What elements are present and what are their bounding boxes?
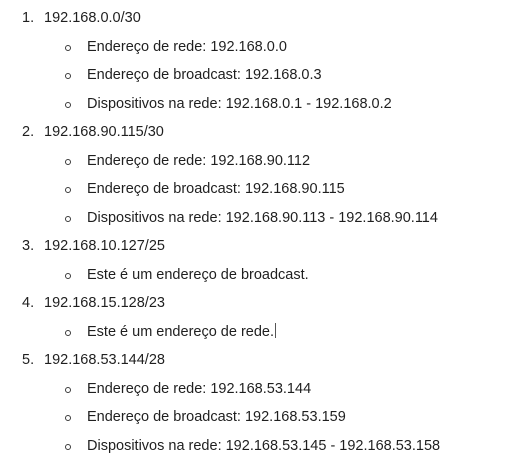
text-cursor [275, 322, 277, 338]
network-address: 192.168.90.115/30 [44, 124, 164, 140]
detail-text: Endereço de rede: 192.168.0.0 [87, 38, 287, 55]
subnet-list: 1. 192.168.0.0/30 Endereço de rede: 192.… [0, 4, 506, 460]
hollow-circle-bullet-icon [65, 443, 71, 450]
hollow-circle-bullet-icon [65, 415, 71, 421]
detail-text: Este é um endereço de broadcast. [87, 266, 309, 283]
list-item: 1. 192.168.0.0/30 Endereço de rede: 192.… [0, 4, 506, 118]
network-address: 192.168.10.127/25 [44, 238, 165, 254]
hollow-circle-bullet-icon [65, 101, 71, 108]
entry-heading: 2. 192.168.90.115/30 [0, 118, 506, 147]
detail-item: Este é um endereço de rede. [0, 318, 506, 347]
detail-item: Endereço de rede: 192.168.90.112 [0, 147, 506, 176]
detail-list: Endereço de rede: 192.168.90.112 Endereç… [0, 147, 506, 233]
network-address: 192.168.0.0/30 [44, 10, 141, 26]
detail-text: Endereço de broadcast: 192.168.53.159 [87, 409, 346, 425]
hollow-circle-bullet-icon [65, 215, 71, 222]
list-number: 4. [22, 295, 35, 311]
detail-list: Endereço de rede: 192.168.0.0 Endereço d… [0, 33, 506, 119]
hollow-circle-bullet-icon [65, 272, 71, 279]
hollow-circle-bullet-icon [65, 187, 71, 193]
detail-item: Endereço de rede: 192.168.0.0 [0, 33, 506, 62]
hollow-circle-bullet-icon [65, 386, 71, 393]
detail-text: Dispositivos na rede: 192.168.90.113 - 1… [87, 209, 438, 226]
entry-heading: 1. 192.168.0.0/30 [0, 4, 506, 33]
detail-list: Endereço de rede: 192.168.53.144 Endereç… [0, 375, 506, 461]
detail-item: Endereço de broadcast: 192.168.53.159 [0, 403, 506, 432]
network-address: 192.168.53.144/28 [44, 352, 165, 368]
detail-text-with-caret[interactable]: Este é um endereço de rede. [87, 318, 277, 347]
detail-item: Dispositivos na rede: 192.168.53.145 - 1… [0, 432, 506, 461]
detail-text: Dispositivos na rede: 192.168.0.1 - 192.… [87, 95, 392, 112]
list-item: 4. 192.168.15.128/23 Este é um endereço … [0, 289, 506, 346]
entry-heading: 4. 192.168.15.128/23 [0, 289, 506, 318]
detail-text: Endereço de rede: 192.168.53.144 [87, 380, 312, 397]
detail-text: Este é um endereço de rede. [87, 323, 275, 340]
detail-text: Endereço de broadcast: 192.168.90.115 [87, 181, 345, 197]
list-number: 3. [22, 238, 35, 254]
list-item: 3. 192.168.10.127/25 Este é um endereço … [0, 232, 506, 289]
detail-item: Endereço de rede: 192.168.53.144 [0, 375, 506, 404]
detail-item: Este é um endereço de broadcast. [0, 261, 506, 290]
detail-text: Dispositivos na rede: 192.168.53.145 - 1… [87, 437, 441, 454]
detail-item: Endereço de broadcast: 192.168.90.115 [0, 175, 506, 204]
hollow-circle-bullet-icon [65, 329, 71, 336]
list-item: 2. 192.168.90.115/30 Endereço de rede: 1… [0, 118, 506, 232]
hollow-circle-bullet-icon [65, 158, 71, 165]
hollow-circle-bullet-icon [65, 44, 71, 51]
list-number: 1. [22, 10, 35, 26]
detail-text: Endereço de rede: 192.168.90.112 [87, 152, 311, 169]
entry-heading: 5. 192.168.53.144/28 [0, 346, 506, 375]
detail-item: Endereço de broadcast: 192.168.0.3 [0, 61, 506, 90]
detail-item: Dispositivos na rede: 192.168.0.1 - 192.… [0, 90, 506, 119]
document-body: 1. 192.168.0.0/30 Endereço de rede: 192.… [0, 0, 506, 471]
hollow-circle-bullet-icon [65, 73, 71, 79]
list-number: 2. [22, 124, 35, 140]
list-item: 5. 192.168.53.144/28 Endereço de rede: 1… [0, 346, 506, 460]
detail-list: Este é um endereço de broadcast. [0, 261, 506, 290]
detail-item: Dispositivos na rede: 192.168.90.113 - 1… [0, 204, 506, 233]
network-address: 192.168.15.128/23 [44, 295, 165, 311]
list-number: 5. [22, 352, 35, 368]
entry-heading: 3. 192.168.10.127/25 [0, 232, 506, 261]
detail-list: Este é um endereço de rede. [0, 318, 506, 347]
detail-text: Endereço de broadcast: 192.168.0.3 [87, 67, 322, 83]
